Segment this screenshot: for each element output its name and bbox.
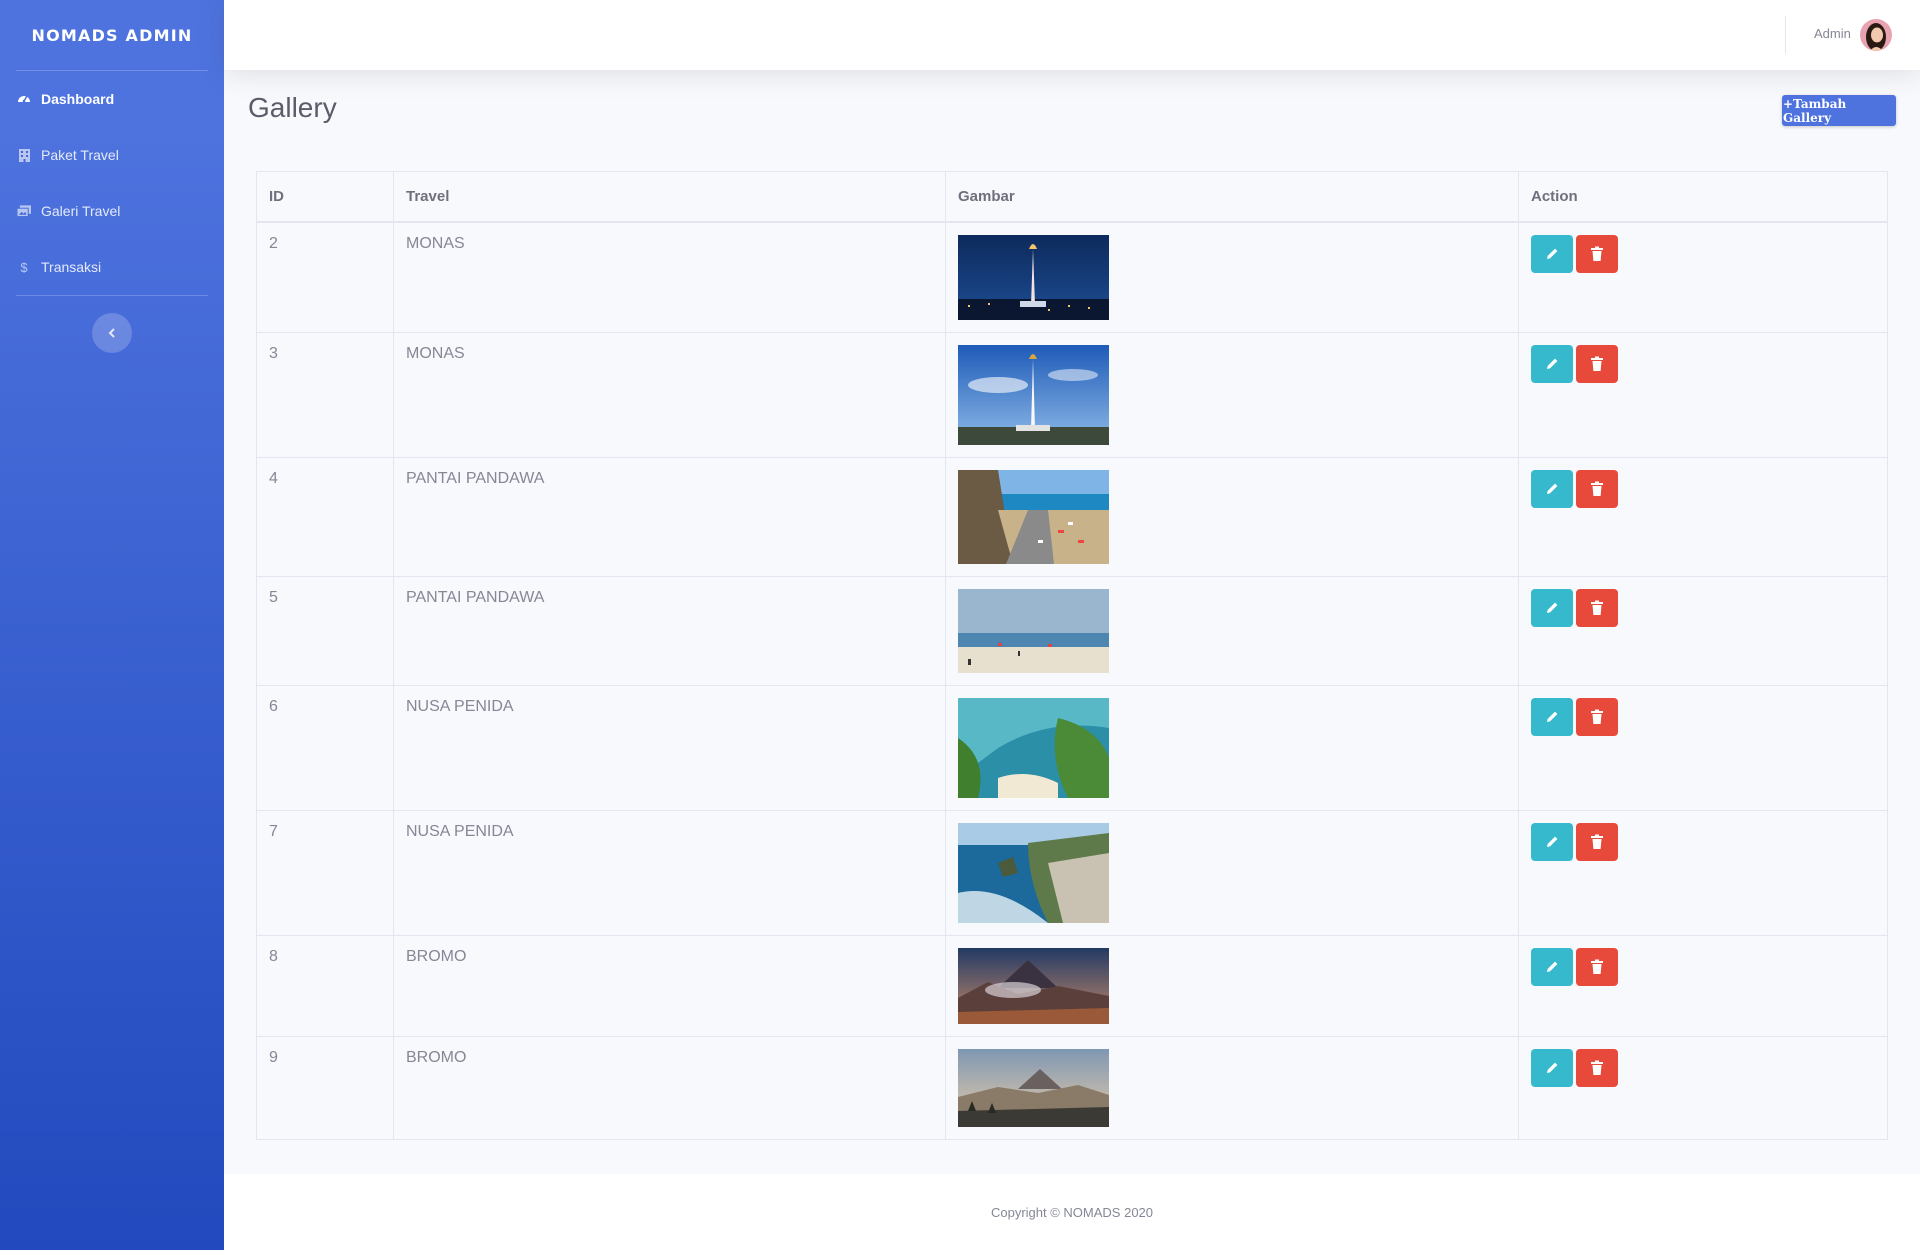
avatar[interactable] bbox=[1860, 19, 1892, 51]
edit-button[interactable] bbox=[1531, 588, 1573, 627]
column-header-gambar[interactable]: Gambar bbox=[945, 171, 1519, 223]
column-header-action[interactable]: Action bbox=[1518, 171, 1888, 223]
sidebar: NOMADS ADMIN Dashboard Paket Travel Gale… bbox=[0, 0, 224, 1250]
gallery-image[interactable] bbox=[958, 588, 1109, 673]
delete-button[interactable] bbox=[1576, 1048, 1618, 1087]
pencil-icon bbox=[1547, 1062, 1558, 1073]
sidebar-item-dashboard[interactable]: Dashboard bbox=[0, 71, 224, 127]
chevron-left-icon bbox=[108, 328, 115, 338]
page-title: Gallery bbox=[248, 92, 337, 123]
gallery-image[interactable] bbox=[958, 234, 1109, 320]
sidebar-item-label: Paket Travel bbox=[41, 147, 119, 163]
edit-button[interactable] bbox=[1531, 344, 1573, 383]
tachometer-icon bbox=[17, 92, 31, 106]
gallery-image[interactable] bbox=[958, 344, 1109, 445]
delete-button[interactable] bbox=[1576, 697, 1618, 736]
gallery-image[interactable] bbox=[958, 1048, 1109, 1127]
edit-button[interactable] bbox=[1531, 697, 1573, 736]
cell-travel: BROMO bbox=[393, 1035, 946, 1140]
images-icon bbox=[17, 204, 31, 218]
edit-button[interactable] bbox=[1531, 469, 1573, 508]
trash-icon bbox=[1591, 246, 1603, 261]
table-row: 8 BROMO bbox=[256, 934, 1888, 1037]
table-row: 2 MONAS bbox=[256, 221, 1888, 333]
gallery-image[interactable] bbox=[958, 697, 1109, 798]
sidebar-item-label: Dashboard bbox=[41, 91, 115, 107]
trash-icon bbox=[1591, 356, 1603, 371]
table-row: 4 PANTAI PANDAWA bbox=[256, 456, 1888, 577]
cell-id: 8 bbox=[256, 934, 394, 1037]
pencil-icon bbox=[1547, 961, 1558, 972]
user-name[interactable]: Admin bbox=[1814, 26, 1851, 41]
delete-button[interactable] bbox=[1576, 344, 1618, 383]
trash-icon bbox=[1591, 959, 1603, 974]
cell-id: 7 bbox=[256, 809, 394, 936]
pencil-icon bbox=[1547, 711, 1558, 722]
cell-travel: BROMO bbox=[393, 934, 946, 1037]
copyright-text: Copyright © NOMADS 2020 bbox=[990, 1204, 1154, 1220]
edit-button[interactable] bbox=[1531, 1048, 1573, 1087]
dollar-icon: $ bbox=[20, 259, 28, 275]
sidebar-item-galeri-travel[interactable]: Galeri Travel bbox=[0, 183, 224, 239]
sidebar-item-label: Transaksi bbox=[41, 259, 102, 275]
trash-icon bbox=[1591, 709, 1603, 724]
gallery-table: ID Travel Gambar Action 2 MONAS 3 MONAS … bbox=[256, 171, 1888, 1140]
delete-button[interactable] bbox=[1576, 469, 1618, 508]
cell-id: 9 bbox=[256, 1035, 394, 1140]
topbar: Admin bbox=[224, 0, 1920, 70]
pencil-icon bbox=[1547, 248, 1558, 259]
pencil-icon bbox=[1547, 602, 1558, 613]
cell-travel: PANTAI PANDAWA bbox=[393, 456, 946, 577]
gallery-image[interactable] bbox=[958, 469, 1109, 564]
table-row: 9 BROMO bbox=[256, 1035, 1888, 1140]
trash-icon bbox=[1591, 600, 1603, 615]
gallery-image[interactable] bbox=[958, 947, 1109, 1024]
sidebar-brand[interactable]: NOMADS ADMIN bbox=[0, 0, 224, 70]
cell-travel: MONAS bbox=[393, 331, 946, 458]
cell-id: 6 bbox=[256, 684, 394, 811]
column-header-id[interactable]: ID bbox=[256, 171, 394, 223]
add-gallery-button[interactable]: +Tambah Gallery bbox=[1782, 95, 1896, 126]
cell-travel: NUSA PENIDA bbox=[393, 809, 946, 936]
sidebar-item-label: Galeri Travel bbox=[41, 203, 121, 219]
delete-button[interactable] bbox=[1576, 588, 1618, 627]
building-icon bbox=[17, 148, 31, 162]
sidebar-toggle-button[interactable] bbox=[92, 313, 132, 353]
footer: Copyright © NOMADS 2020 bbox=[224, 1174, 1920, 1250]
trash-icon bbox=[1591, 481, 1603, 496]
edit-button[interactable] bbox=[1531, 234, 1573, 273]
table-row: 5 PANTAI PANDAWA bbox=[256, 575, 1888, 686]
delete-button[interactable] bbox=[1576, 234, 1618, 273]
cell-travel: NUSA PENIDA bbox=[393, 684, 946, 811]
pencil-icon bbox=[1547, 483, 1558, 494]
table-row: 7 NUSA PENIDA bbox=[256, 809, 1888, 936]
delete-button[interactable] bbox=[1576, 822, 1618, 861]
sidebar-item-transaksi[interactable]: $ Transaksi bbox=[0, 239, 224, 295]
trash-icon bbox=[1591, 834, 1603, 849]
topbar-divider bbox=[1785, 16, 1786, 54]
cell-travel: PANTAI PANDAWA bbox=[393, 575, 946, 686]
edit-button[interactable] bbox=[1531, 822, 1573, 861]
cell-travel: MONAS bbox=[393, 221, 946, 333]
table-row: 3 MONAS bbox=[256, 331, 1888, 458]
column-header-travel[interactable]: Travel bbox=[393, 171, 946, 223]
delete-button[interactable] bbox=[1576, 947, 1618, 986]
pencil-icon bbox=[1547, 836, 1558, 847]
table-row: 6 NUSA PENIDA bbox=[256, 684, 1888, 811]
cell-id: 3 bbox=[256, 331, 394, 458]
pencil-icon bbox=[1547, 358, 1558, 369]
edit-button[interactable] bbox=[1531, 947, 1573, 986]
gallery-image[interactable] bbox=[958, 822, 1109, 923]
cell-id: 2 bbox=[256, 221, 394, 333]
sidebar-item-paket-travel[interactable]: Paket Travel bbox=[0, 127, 224, 183]
cell-id: 5 bbox=[256, 575, 394, 686]
trash-icon bbox=[1591, 1060, 1603, 1075]
cell-id: 4 bbox=[256, 456, 394, 577]
table-header-row: ID Travel Gambar Action bbox=[256, 171, 1888, 223]
